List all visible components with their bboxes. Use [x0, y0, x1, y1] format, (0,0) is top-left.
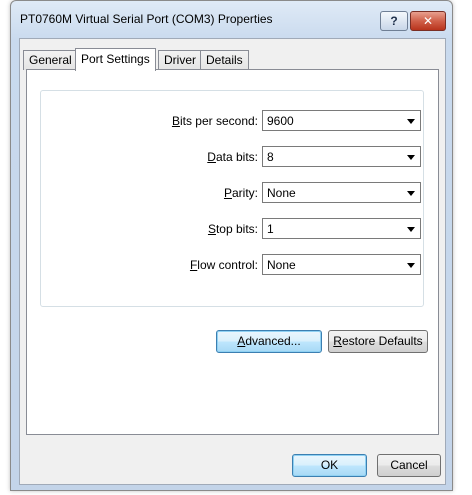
flow-control-select[interactable]: None	[262, 254, 421, 275]
title-bar[interactable]: PT0760M Virtual Serial Port (COM3) Prope…	[11, 1, 452, 37]
chevron-down-icon	[407, 155, 415, 160]
tab-port-settings[interactable]: Port Settings	[75, 48, 156, 71]
bits-per-second-value: 9600	[267, 114, 294, 128]
chevron-down-icon	[407, 227, 415, 232]
help-icon: ?	[390, 14, 398, 28]
data-bits-row: Data bits: 8	[41, 146, 425, 168]
close-button[interactable]: ✕	[410, 11, 446, 31]
port-settings-panel: Bits per second: 9600 Data bits: 8 Parit…	[26, 69, 439, 435]
data-bits-value: 8	[267, 150, 274, 164]
tab-general[interactable]: General	[23, 50, 78, 70]
chevron-down-icon	[407, 263, 415, 268]
parity-value: None	[267, 186, 296, 200]
data-bits-select[interactable]: 8	[262, 146, 421, 167]
ok-button[interactable]: OK	[292, 454, 367, 477]
flow-control-label: Flow control:	[189, 258, 258, 272]
stop-bits-row: Stop bits: 1	[41, 218, 425, 240]
dialog-body: General Port Settings Driver Details Bit…	[19, 38, 446, 485]
advanced-button[interactable]: Advanced...	[216, 330, 322, 353]
tab-driver[interactable]: Driver	[158, 50, 202, 70]
parity-select[interactable]: None	[262, 182, 421, 203]
flow-control-value: None	[267, 258, 296, 272]
settings-group: Bits per second: 9600 Data bits: 8 Parit…	[40, 90, 424, 307]
tab-details[interactable]: Details	[200, 50, 249, 70]
data-bits-label: Data bits:	[207, 150, 258, 164]
cancel-button[interactable]: Cancel	[377, 454, 441, 477]
stop-bits-label: Stop bits:	[207, 222, 258, 236]
bits-per-second-select[interactable]: 9600	[262, 110, 421, 131]
properties-dialog: PT0760M Virtual Serial Port (COM3) Prope…	[10, 0, 453, 491]
chevron-down-icon	[407, 191, 415, 196]
parity-row: Parity: None	[41, 182, 425, 204]
bits-per-second-label: Bits per second:	[171, 114, 258, 128]
chevron-down-icon	[407, 119, 415, 124]
bits-per-second-row: Bits per second: 9600	[41, 110, 425, 132]
flow-control-row: Flow control: None	[41, 254, 425, 276]
window-title: PT0760M Virtual Serial Port (COM3) Prope…	[20, 12, 273, 26]
parity-label: Parity:	[223, 186, 258, 200]
close-icon: ✕	[422, 14, 434, 28]
help-button[interactable]: ?	[380, 11, 408, 31]
restore-defaults-button[interactable]: Restore Defaults	[328, 330, 428, 353]
stop-bits-select[interactable]: 1	[262, 218, 421, 239]
stop-bits-value: 1	[267, 222, 274, 236]
